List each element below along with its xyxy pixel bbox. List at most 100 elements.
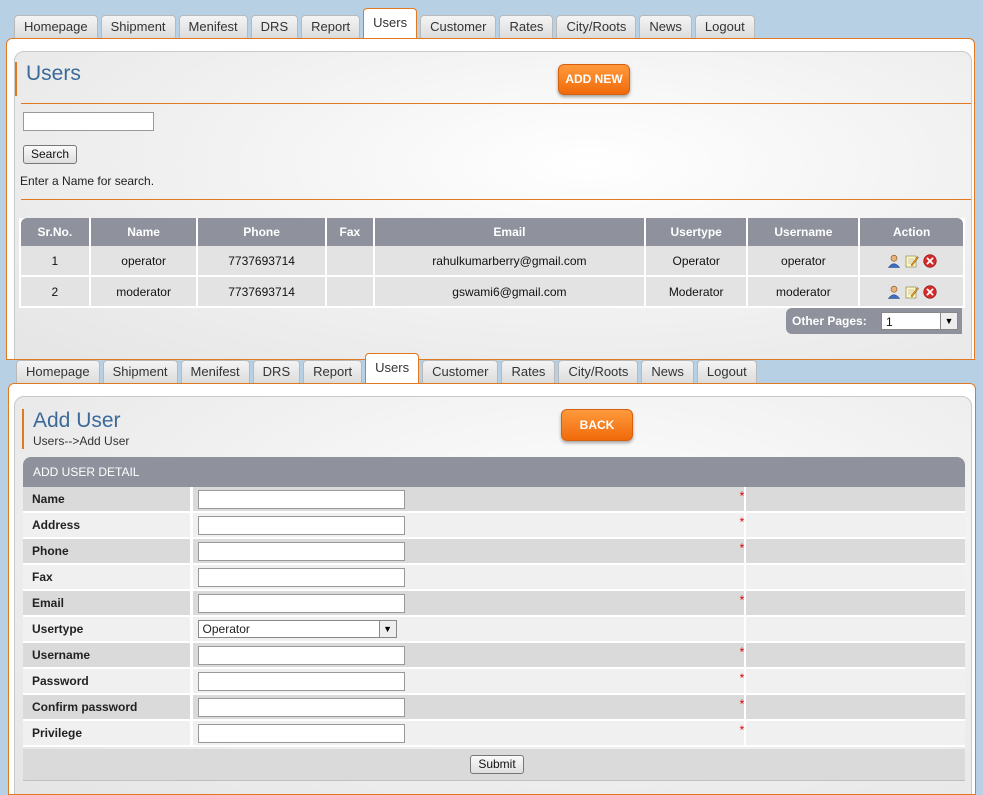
delete-icon[interactable] [923, 254, 937, 268]
chevron-down-icon[interactable]: ▼ [940, 313, 957, 329]
field-label: Password [23, 669, 193, 695]
email-field[interactable] [197, 593, 405, 613]
delete-icon[interactable] [923, 285, 937, 299]
field-extra [746, 669, 965, 695]
field-cell [192, 565, 747, 591]
field-extra [746, 487, 965, 513]
cell-name: operator [90, 246, 197, 277]
form-row-password: Password * [23, 669, 965, 695]
field-cell: * [192, 513, 747, 539]
address-field[interactable] [197, 515, 405, 535]
cell-name: moderator [90, 277, 197, 308]
required-marker: * [739, 515, 745, 529]
tab-rates[interactable]: Rates [499, 15, 554, 38]
add-user-panel: Add User Users-->Add User BACK ADD USER … [8, 383, 976, 795]
form-row-address: Address * [23, 513, 965, 539]
user-icon[interactable] [887, 285, 901, 299]
field-label: Email [23, 591, 193, 617]
tab-menifest[interactable]: Menifest [178, 15, 248, 38]
page-title: Add User [33, 409, 121, 432]
field-label: Confirm password [23, 695, 193, 721]
breadcrumb: Users-->Add User [33, 434, 130, 448]
section-header: ADD USER DETAIL [23, 457, 965, 487]
tab-report[interactable]: Report [303, 360, 363, 383]
form-row-name: Name * [23, 487, 965, 513]
add-user-content: Add User Users-->Add User BACK ADD USER … [14, 396, 972, 794]
password-field[interactable] [197, 671, 405, 691]
users-content: Users ADD NEW Search Enter a Name for se… [14, 51, 972, 359]
add-new-button[interactable]: ADD NEW [558, 64, 630, 95]
back-button[interactable]: BACK [561, 409, 633, 441]
chevron-down-icon[interactable]: ▼ [378, 621, 396, 637]
tab-logout[interactable]: Logout [694, 15, 755, 38]
field-label: Fax [23, 565, 193, 591]
field-extra [746, 643, 965, 669]
users-panel: Users ADD NEW Search Enter a Name for se… [6, 38, 975, 360]
tab-rates[interactable]: Rates [501, 360, 556, 383]
form-row-username: Username * [23, 643, 965, 669]
form-row-fax: Fax [23, 565, 965, 591]
usertype-select[interactable]: Operator ▼ [197, 620, 397, 638]
tab-shipment[interactable]: Shipment [102, 360, 178, 383]
tab-city-roots[interactable]: City/Roots [558, 360, 639, 383]
field-label: Name [23, 487, 193, 513]
field-cell: * [192, 695, 747, 721]
cell-fax [326, 277, 373, 308]
tab-menifest[interactable]: Menifest [180, 360, 250, 383]
table-row: 1 operator 7737693714 rahulkumarberry@gmail… [21, 246, 963, 277]
edit-icon[interactable] [905, 254, 919, 268]
field-cell: Operator ▼ [192, 617, 747, 643]
name-field[interactable] [197, 489, 405, 509]
tab-report[interactable]: Report [301, 15, 361, 38]
cell-sr: 1 [21, 246, 89, 277]
field-cell: * [192, 721, 747, 747]
tab-city-roots[interactable]: City/Roots [556, 15, 637, 38]
privilege-field[interactable] [197, 723, 405, 743]
add-user-form: Name * Address * Phone * Fax Email * Usertype Oper… [23, 487, 965, 747]
tab-homepage[interactable]: Homepage [14, 15, 98, 38]
cell-phone: 7737693714 [198, 277, 325, 308]
tab-drs[interactable]: DRS [252, 360, 301, 383]
field-extra [746, 617, 965, 643]
column-header-username: Username [748, 218, 859, 246]
other-pages-select[interactable]: 1 ▼ [881, 312, 958, 330]
column-header-name: Name [90, 218, 197, 246]
search-input[interactable] [23, 112, 154, 131]
field-label: Username [23, 643, 193, 669]
tab-customer[interactable]: Customer [420, 15, 497, 38]
tab-news[interactable]: News [641, 360, 694, 383]
submit-button[interactable]: Submit [470, 755, 524, 774]
column-header-phone: Phone [198, 218, 325, 246]
tab-users[interactable]: Users [365, 353, 420, 384]
required-marker: * [739, 645, 745, 659]
tab-shipment[interactable]: Shipment [100, 15, 176, 38]
phone-field[interactable] [197, 541, 405, 561]
tab-homepage[interactable]: Homepage [16, 360, 100, 383]
page-title: Users [26, 62, 81, 85]
tab-users[interactable]: Users [363, 8, 418, 39]
tab-drs[interactable]: DRS [250, 15, 299, 38]
field-cell: * [192, 487, 747, 513]
cell-usertype: Moderator [645, 277, 747, 308]
search-button[interactable]: Search [23, 145, 77, 164]
confirm-password-field[interactable] [197, 697, 405, 717]
edit-icon[interactable] [905, 285, 919, 299]
required-marker: * [739, 541, 745, 555]
required-marker: * [739, 593, 745, 607]
user-icon[interactable] [887, 254, 901, 268]
other-pages-value: 1 [886, 315, 893, 329]
required-marker: * [739, 697, 745, 711]
field-cell: * [192, 539, 747, 565]
cell-sr: 2 [21, 277, 89, 308]
field-cell: * [192, 643, 747, 669]
cell-action [860, 246, 963, 277]
cell-email: gswami6@gmail.com [374, 277, 644, 308]
divider [21, 103, 971, 104]
username-field[interactable] [197, 645, 405, 665]
tab-logout[interactable]: Logout [696, 360, 757, 383]
tab-news[interactable]: News [639, 15, 692, 38]
cell-fax [326, 246, 373, 277]
divider [21, 199, 971, 200]
tab-customer[interactable]: Customer [422, 360, 499, 383]
fax-field[interactable] [197, 567, 405, 587]
